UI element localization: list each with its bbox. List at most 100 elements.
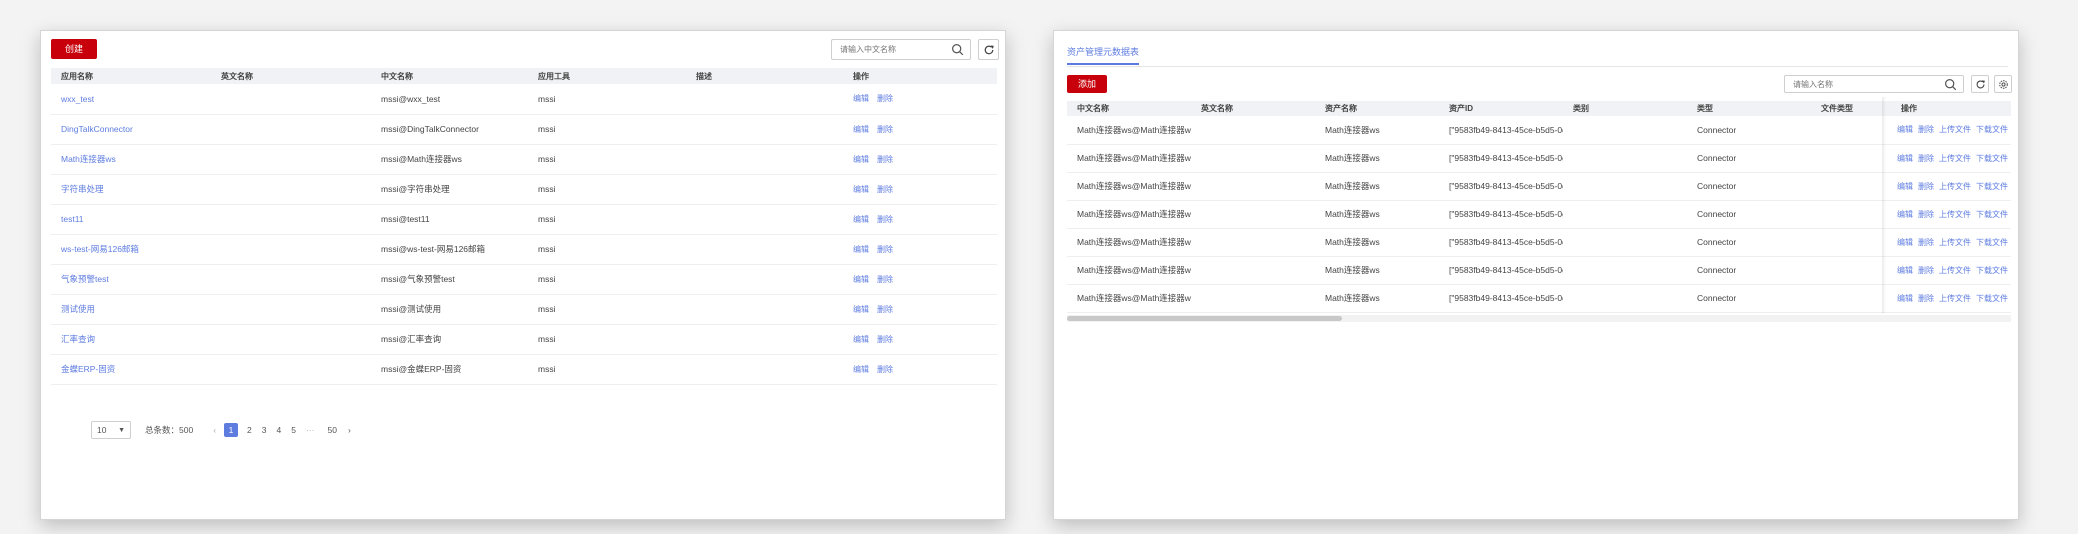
delete-link[interactable]: 删除	[877, 185, 893, 194]
edit-link[interactable]: 编辑	[853, 275, 869, 284]
edit-link[interactable]: 编辑	[853, 185, 869, 194]
delete-link[interactable]: 删除	[877, 94, 893, 103]
asset-id-cell: ["9583fb49-8413-45ce-b5d5-0d...	[1439, 200, 1563, 229]
search-icon[interactable]	[951, 43, 964, 56]
app-name-link[interactable]: 汇率查询	[61, 334, 95, 344]
app-name-link[interactable]: wxx_test	[61, 94, 94, 104]
edit-link[interactable]: 编辑	[1897, 125, 1913, 134]
download-file-link[interactable]: 下载文件	[1976, 238, 2008, 247]
upload-file-link[interactable]: 上传文件	[1939, 266, 1971, 275]
app-name-link[interactable]: test11	[61, 214, 84, 224]
upload-file-link[interactable]: 上传文件	[1939, 125, 1971, 134]
edit-link[interactable]: 编辑	[1897, 266, 1913, 275]
table-row: 气象预警test mssi@气象预警test mssi 编辑 删除	[51, 264, 997, 295]
edit-link[interactable]: 编辑	[853, 245, 869, 254]
page-size-select[interactable]: 10 ▼	[91, 421, 131, 439]
table-row: Math连接器ws@Math连接器ws... Math连接器ws ["9583fb4…	[1067, 116, 2011, 145]
edit-link[interactable]: 编辑	[1897, 294, 1913, 303]
download-file-link[interactable]: 下载文件	[1976, 154, 2008, 163]
edit-link[interactable]: 编辑	[1897, 154, 1913, 163]
page-ellipsis[interactable]: ···	[306, 425, 315, 435]
table-row: test11 mssi@test11 mssi 编辑 删除	[51, 204, 997, 235]
edit-link[interactable]: 编辑	[853, 125, 869, 134]
edit-link[interactable]: 编辑	[853, 94, 869, 103]
horizontal-scrollbar[interactable]	[1067, 315, 2011, 322]
edit-link[interactable]: 编辑	[853, 155, 869, 164]
table-row: wxx_test mssi@wxx_test mssi 编辑 删除	[51, 84, 997, 115]
edit-link[interactable]: 编辑	[1897, 238, 1913, 247]
upload-file-link[interactable]: 上传文件	[1939, 238, 1971, 247]
app-name-link[interactable]: 字符串处理	[61, 184, 104, 194]
page-number[interactable]: 4	[277, 425, 282, 435]
create-button[interactable]: 创建	[51, 39, 97, 59]
delete-link[interactable]: 删除	[877, 305, 893, 314]
edit-link[interactable]: 编辑	[1897, 210, 1913, 219]
type-cell: Connector	[1687, 284, 1811, 313]
english-name-cell	[1191, 116, 1315, 145]
delete-link[interactable]: 删除	[1918, 294, 1934, 303]
scrollbar-thumb[interactable]	[1067, 316, 1342, 321]
page-number[interactable]: 2	[247, 425, 252, 435]
download-file-link[interactable]: 下载文件	[1976, 266, 2008, 275]
delete-link[interactable]: 删除	[1918, 238, 1934, 247]
delete-link[interactable]: 删除	[877, 155, 893, 164]
app-search-box[interactable]	[831, 39, 971, 60]
delete-link[interactable]: 删除	[877, 125, 893, 134]
delete-link[interactable]: 删除	[1918, 266, 1934, 275]
app-tool-cell: mssi	[528, 144, 686, 175]
english-name-cell	[211, 294, 371, 325]
page-current[interactable]: 1	[224, 423, 239, 437]
app-name-link[interactable]: 气象预警test	[61, 274, 109, 284]
delete-link[interactable]: 删除	[1918, 182, 1934, 191]
download-file-link[interactable]: 下载文件	[1976, 210, 2008, 219]
edit-link[interactable]: 编辑	[853, 365, 869, 374]
asset-search-input[interactable]	[1785, 76, 1946, 92]
delete-link[interactable]: 删除	[877, 335, 893, 344]
upload-file-link[interactable]: 上传文件	[1939, 210, 1971, 219]
prev-page-icon[interactable]: ‹	[213, 425, 216, 435]
page-last[interactable]: 50	[327, 425, 336, 435]
table-row: Math连接器ws@Math连接器ws... Math连接器ws ["9583fb4…	[1067, 228, 2011, 257]
app-name-link[interactable]: DingTalkConnector	[61, 124, 133, 134]
chinese-name-cell: Math连接器ws@Math连接器ws...	[1067, 144, 1191, 173]
page-number[interactable]: 5	[291, 425, 296, 435]
app-name-link[interactable]: Math连接器ws	[61, 154, 116, 164]
download-file-link[interactable]: 下载文件	[1976, 182, 2008, 191]
delete-link[interactable]: 删除	[877, 215, 893, 224]
app-name-link[interactable]: 测试使用	[61, 304, 95, 314]
download-file-link[interactable]: 下载文件	[1976, 125, 2008, 134]
app-search-input[interactable]	[832, 40, 957, 59]
table-row: Math连接器ws@Math连接器ws... Math连接器ws ["9583fb4…	[1067, 200, 2011, 229]
download-file-link[interactable]: 下载文件	[1976, 294, 2008, 303]
next-page-icon[interactable]: ›	[348, 425, 351, 435]
category-cell	[1563, 200, 1687, 229]
delete-link[interactable]: 删除	[1918, 154, 1934, 163]
asset-search-box[interactable]	[1784, 75, 1964, 93]
settings-button[interactable]	[1994, 75, 2012, 93]
delete-link[interactable]: 删除	[1918, 125, 1934, 134]
upload-file-link[interactable]: 上传文件	[1939, 182, 1971, 191]
add-button[interactable]: 添加	[1067, 75, 1107, 93]
delete-link[interactable]: 删除	[877, 365, 893, 374]
upload-file-link[interactable]: 上传文件	[1939, 294, 1971, 303]
refresh-button[interactable]	[1971, 75, 1989, 93]
refresh-button[interactable]	[978, 39, 999, 60]
page-number[interactable]: 3	[262, 425, 267, 435]
table-row: Math连接器ws@Math连接器ws... Math连接器ws ["9583fb4…	[1067, 284, 2011, 313]
delete-link[interactable]: 删除	[1918, 210, 1934, 219]
app-name-link[interactable]: ws-test-网易126邮箱	[61, 244, 139, 254]
file-type-cell	[1811, 256, 1891, 285]
edit-link[interactable]: 编辑	[853, 305, 869, 314]
table-header-row: 中文名称 英文名称 资产名称 资产ID 类别 类型 文件类型 操作	[1067, 101, 2011, 116]
search-icon[interactable]	[1944, 78, 1957, 91]
edit-link[interactable]: 编辑	[1897, 182, 1913, 191]
category-cell	[1563, 256, 1687, 285]
delete-link[interactable]: 删除	[877, 275, 893, 284]
edit-link[interactable]: 编辑	[853, 215, 869, 224]
tab-asset-metadata[interactable]: 资产管理元数据表	[1067, 45, 1140, 65]
app-name-link[interactable]: 金蝶ERP-固资	[61, 364, 115, 374]
category-cell	[1563, 144, 1687, 173]
delete-link[interactable]: 删除	[877, 245, 893, 254]
edit-link[interactable]: 编辑	[853, 335, 869, 344]
upload-file-link[interactable]: 上传文件	[1939, 154, 1971, 163]
